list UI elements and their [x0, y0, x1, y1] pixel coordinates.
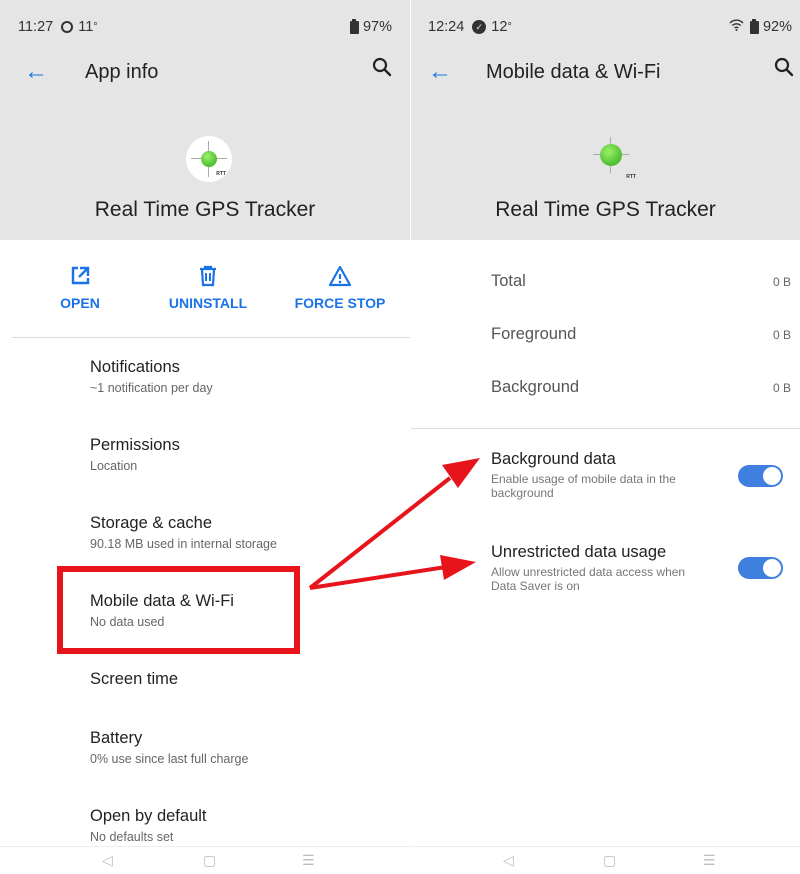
- list-item-battery[interactable]: Battery 0% use since last full charge: [90, 729, 248, 766]
- uninstall-button[interactable]: UNINSTALL: [158, 265, 258, 311]
- app-header: 11:27 11 ° 97% ← App info RTT Real Time G…: [0, 0, 410, 240]
- divider: [12, 337, 410, 338]
- back-arrow-icon[interactable]: ←: [24, 58, 48, 86]
- status-battery: 97%: [349, 18, 392, 35]
- nav-recents-icon[interactable]: ☰: [703, 852, 716, 869]
- list-item-storage[interactable]: Storage & cache 90.18 MB used in interna…: [90, 514, 277, 551]
- search-icon[interactable]: [774, 57, 794, 82]
- weather-ring-icon: [61, 21, 74, 33]
- back-arrow-icon[interactable]: ←: [428, 58, 452, 86]
- nav-bar: ◁ ▢ ☰: [411, 848, 800, 874]
- nav-recents-icon[interactable]: ☰: [302, 852, 315, 869]
- trash-icon: [158, 265, 258, 289]
- divider: [0, 846, 410, 847]
- open-external-icon: [52, 265, 108, 289]
- usage-total-row: Total 0 B: [491, 272, 791, 290]
- status-time: 11:27: [18, 19, 54, 35]
- status-temp: 12: [491, 19, 508, 35]
- app-name: Real Time GPS Tracker: [495, 198, 716, 221]
- usage-foreground-row: Foreground 0 B: [491, 325, 791, 343]
- list-item-mobile-data[interactable]: Mobile data & Wi-Fi No data used: [90, 592, 234, 629]
- nav-bar: ◁ ▢ ☰: [0, 848, 410, 874]
- unrestricted-data-toggle[interactable]: [738, 557, 783, 579]
- app-icon: RTT: [186, 136, 232, 182]
- page-title: Mobile data & Wi-Fi: [486, 61, 661, 83]
- usage-value: 0 B: [772, 275, 791, 289]
- app-icon: RTT: [588, 132, 636, 180]
- warning-icon: [290, 265, 390, 289]
- usage-value: 0 B: [772, 381, 791, 395]
- list-item-screen-time[interactable]: Screen time: [90, 670, 178, 689]
- divider: [411, 428, 800, 429]
- wifi-icon: [729, 19, 744, 35]
- status-bar: 12:24 ✓ 12 °: [428, 19, 512, 35]
- status-time: 12:24: [428, 19, 465, 35]
- search-icon[interactable]: [372, 57, 392, 82]
- app-actions: OPEN UNINSTALL FORCE STOP: [0, 265, 410, 325]
- force-stop-button[interactable]: FORCE STOP: [290, 265, 390, 311]
- list-item-permissions[interactable]: Permissions Location: [90, 436, 180, 473]
- app-name: Real Time GPS Tracker: [94, 198, 316, 221]
- background-data-setting[interactable]: Background data Enable usage of mobile d…: [491, 450, 791, 500]
- unrestricted-data-setting[interactable]: Unrestricted data usage Allow unrestrict…: [491, 543, 791, 593]
- usage-background-row: Background 0 B: [491, 378, 791, 396]
- nav-home-icon[interactable]: ▢: [203, 852, 216, 869]
- battery-icon: [749, 18, 759, 34]
- open-button[interactable]: OPEN: [52, 265, 108, 311]
- battery-icon: [349, 18, 359, 34]
- divider: [411, 846, 800, 847]
- nav-back-icon[interactable]: ◁: [102, 852, 113, 869]
- app-info-screen: 11:27 11 ° 97% ← App info RTT Real Time G…: [0, 0, 410, 874]
- nav-back-icon[interactable]: ◁: [503, 852, 514, 869]
- list-item-notifications[interactable]: Notifications ~1 notification per day: [90, 358, 213, 395]
- check-circle-icon: ✓: [472, 20, 487, 34]
- mobile-data-screen: 12:24 ✓ 12 ° 92% ← Mobile data & Wi-Fi RT…: [411, 0, 800, 874]
- nav-home-icon[interactable]: ▢: [603, 852, 616, 869]
- list-item-open-by-default[interactable]: Open by default No defaults set: [90, 807, 207, 844]
- background-data-toggle[interactable]: [738, 465, 783, 487]
- status-bar: 11:27 11 °: [18, 19, 98, 35]
- status-temp: 11: [78, 19, 94, 35]
- usage-value: 0 B: [772, 328, 791, 342]
- page-title: App info: [85, 61, 159, 83]
- app-header: 12:24 ✓ 12 ° 92% ← Mobile data & Wi-Fi RT…: [411, 0, 800, 240]
- status-battery: 92%: [729, 18, 792, 35]
